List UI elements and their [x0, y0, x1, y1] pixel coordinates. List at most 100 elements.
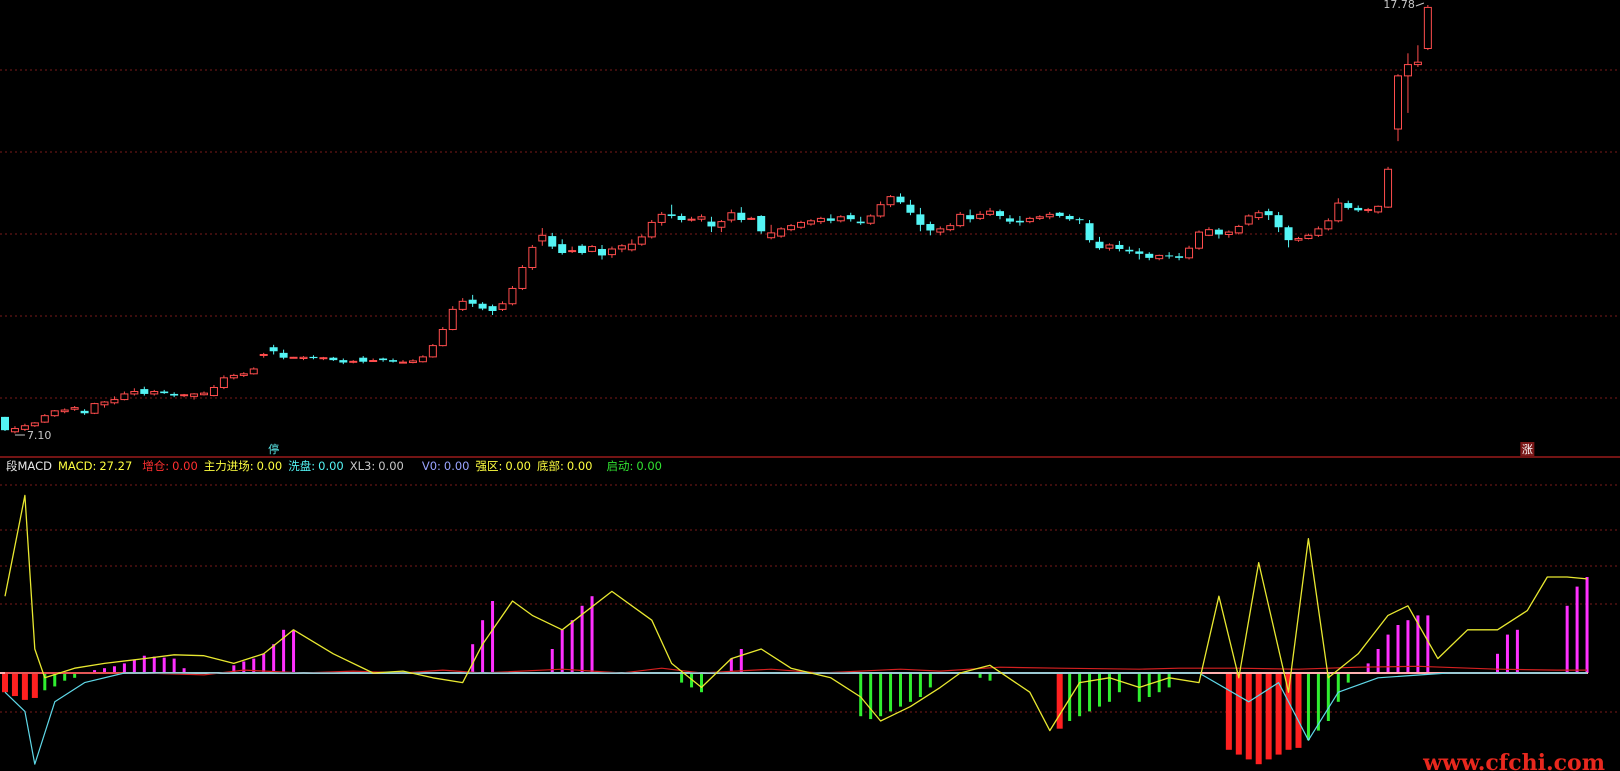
candle-body	[1423, 6, 1432, 49]
candle-body	[627, 243, 636, 251]
histogram-bar	[292, 629, 296, 673]
candle-body	[1214, 229, 1223, 235]
indicator-label-value: 0.00	[378, 459, 404, 473]
watermark-text: www.cfchi.com	[1422, 750, 1605, 771]
candle-body	[309, 356, 318, 359]
candle-body	[1254, 212, 1263, 219]
candle-body	[1065, 215, 1074, 220]
indicator-label-value: 0.00	[636, 459, 662, 473]
candle-body	[906, 204, 915, 213]
candle-body	[50, 410, 59, 417]
indicator-label-value: 0.00	[172, 459, 198, 473]
histogram-bar	[242, 661, 246, 673]
histogram-bar	[1406, 620, 1410, 673]
candle-body	[1244, 215, 1253, 225]
candle-body	[538, 234, 547, 242]
candle-body	[100, 401, 109, 406]
histogram-bar	[1098, 673, 1101, 707]
candle-body	[1075, 219, 1084, 221]
candle-body	[916, 214, 925, 225]
candle-body	[289, 356, 298, 359]
candle-body	[458, 300, 467, 310]
candle-body	[667, 214, 676, 216]
histogram-bar	[122, 663, 126, 673]
candle-body	[60, 409, 69, 413]
histogram-bar	[918, 673, 922, 697]
indicator-label-value: 0.00	[444, 459, 470, 473]
indicator-label-name: 主力进场:	[204, 459, 254, 473]
candle-body	[787, 225, 796, 231]
indicator-label-value: 0.00	[505, 459, 531, 473]
candle-body	[757, 215, 766, 232]
candle-body	[299, 356, 308, 360]
candle-body	[607, 248, 616, 256]
candle-body	[359, 357, 368, 362]
histogram-bar	[928, 673, 932, 688]
candle-body	[518, 267, 527, 289]
candle-body	[826, 218, 835, 221]
candle-body	[408, 360, 417, 364]
candle-body	[1025, 217, 1034, 223]
indicator-header: 段MACD MACD: 27.27 增仓: 0.00 主力进场: 0.00 洗盘: 0.00 XL…	[6, 459, 662, 473]
candle-body	[1105, 244, 1114, 249]
stock-chart: 17.787.10停涨 段MACD MACD: 27.27 增仓: 0.00 主力进场: 0…	[0, 0, 1620, 771]
candle-body	[707, 221, 716, 227]
signal-badge: 涨	[1522, 443, 1533, 456]
candle-body	[1354, 207, 1363, 211]
candle-body	[1125, 249, 1134, 252]
candle-body	[797, 221, 805, 228]
histogram-bar	[1078, 673, 1082, 717]
histogram-bar	[1295, 673, 1302, 748]
candle-body	[727, 212, 736, 221]
price-grid	[0, 69, 1620, 399]
candle-body	[369, 360, 378, 363]
candle-body	[1095, 241, 1104, 249]
histogram-bar	[1275, 673, 1282, 755]
histogram-bar	[700, 673, 703, 693]
indicator-label-name: MACD:	[58, 459, 96, 473]
candle-body	[269, 347, 278, 352]
candle-body	[806, 220, 815, 225]
histogram-bar	[739, 649, 743, 673]
histogram-bar	[899, 673, 902, 707]
candle-body	[70, 407, 79, 410]
candle-body	[1, 416, 9, 431]
candle-body	[936, 228, 945, 233]
candle-body	[1294, 238, 1303, 241]
histogram-bar	[63, 673, 67, 681]
candle-body	[200, 392, 208, 396]
candle-body	[956, 213, 965, 227]
candle-body	[80, 410, 89, 414]
candle-body	[110, 399, 119, 404]
candle-body	[478, 303, 487, 309]
candle-body	[1135, 251, 1144, 254]
indicator-label-name: V0:	[422, 459, 441, 473]
candle-body	[886, 196, 895, 206]
candle-body	[558, 244, 567, 254]
histogram-bar	[908, 673, 912, 702]
histogram-bar	[1565, 605, 1569, 673]
candle-body	[448, 308, 457, 331]
histogram-bar	[11, 673, 18, 697]
candle-body	[1155, 254, 1164, 260]
histogram-bar	[262, 653, 266, 673]
histogram-bar	[1336, 673, 1340, 702]
histogram-bar	[680, 673, 684, 683]
indicator-label-name: 启动:	[606, 459, 633, 473]
signal-line	[4, 672, 1587, 765]
histogram-bar	[112, 666, 116, 673]
candle-body	[697, 216, 706, 220]
candle-body	[1165, 255, 1174, 257]
candle-body	[568, 250, 577, 253]
candle-body	[1324, 220, 1333, 230]
candle-body	[1204, 229, 1213, 236]
candle-body	[438, 329, 447, 347]
candle-body	[150, 391, 159, 395]
candle-body	[329, 357, 338, 361]
candle-body	[488, 306, 497, 311]
candle-body	[10, 428, 19, 433]
histogram-bar	[132, 659, 136, 673]
candle-body	[1314, 228, 1323, 236]
macd-line	[4, 494, 1588, 732]
candle-body	[180, 394, 189, 397]
